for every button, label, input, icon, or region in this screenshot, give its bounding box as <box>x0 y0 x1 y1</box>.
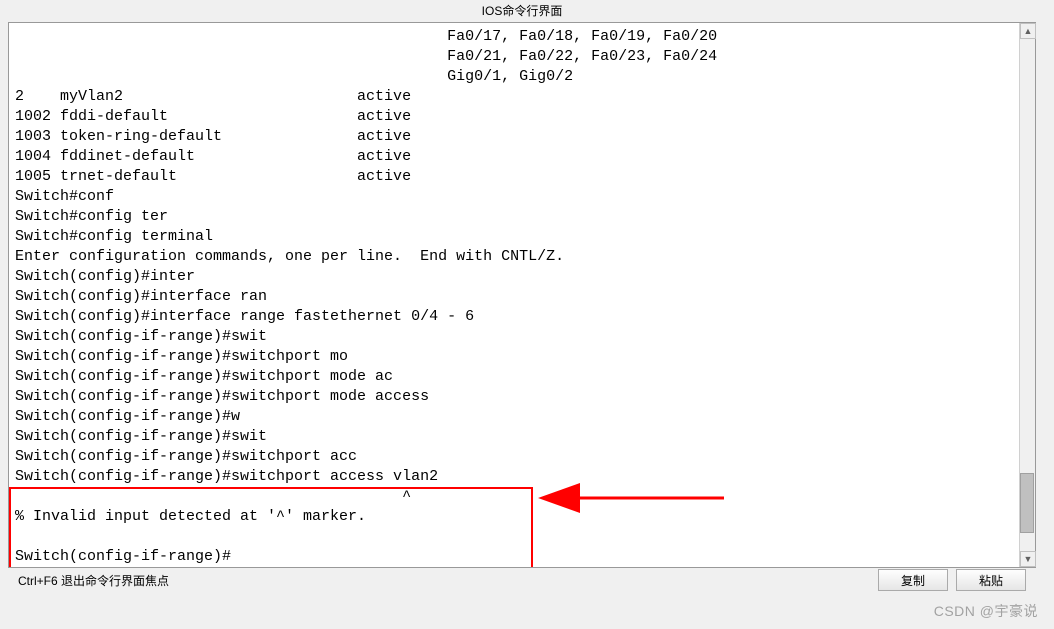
terminal-line: Switch(config)#inter <box>15 267 1013 287</box>
terminal-line: Switch(config)#interface range fastether… <box>15 307 1013 327</box>
terminal-line: 1005 trnet-default active <box>15 167 1013 187</box>
focus-hint: Ctrl+F6 退出命令行界面焦点 <box>18 572 169 589</box>
paste-button[interactable]: 粘贴 <box>956 569 1026 591</box>
terminal-line: Switch(config-if-range)#w <box>15 407 1013 427</box>
terminal-line <box>15 527 1013 547</box>
terminal-line: 1002 fddi-default active <box>15 107 1013 127</box>
terminal-line: Switch(config-if-range)#swit <box>15 427 1013 447</box>
terminal-frame: Fa0/17, Fa0/18, Fa0/19, Fa0/20 Fa0/21, F… <box>8 22 1036 568</box>
terminal-line: Switch#config ter <box>15 207 1013 227</box>
panel-title: IOS命令行界面 <box>0 0 1044 22</box>
terminal-line: Switch(config-if-range)#switchport mode … <box>15 367 1013 387</box>
terminal-line: Switch#conf <box>15 187 1013 207</box>
terminal-output[interactable]: Fa0/17, Fa0/18, Fa0/19, Fa0/20 Fa0/21, F… <box>9 23 1019 567</box>
terminal-viewport[interactable]: Fa0/17, Fa0/18, Fa0/19, Fa0/20 Fa0/21, F… <box>9 23 1019 567</box>
terminal-line: Switch(config-if-range)#swit <box>15 327 1013 347</box>
terminal-line: Switch(config-if-range)#switchport acc <box>15 447 1013 467</box>
terminal-line: Enter configuration commands, one per li… <box>15 247 1013 267</box>
terminal-line: Gig0/1, Gig0/2 <box>15 67 1013 87</box>
scroll-up-button[interactable]: ▲ <box>1020 23 1036 39</box>
terminal-line: Fa0/21, Fa0/22, Fa0/23, Fa0/24 <box>15 47 1013 67</box>
terminal-line: % Invalid input detected at '^' marker. <box>15 507 1013 527</box>
footer-button-group: 复制 粘贴 <box>878 569 1026 591</box>
terminal-line: ^ <box>15 487 1013 507</box>
watermark-text: CSDN @宇豪说 <box>934 601 1038 621</box>
terminal-line: 1003 token-ring-default active <box>15 127 1013 147</box>
footer-bar: Ctrl+F6 退出命令行界面焦点 复制 粘贴 <box>0 563 1044 597</box>
terminal-line: Switch(config-if-range)#switchport acces… <box>15 467 1013 487</box>
terminal-line: Switch#config terminal <box>15 227 1013 247</box>
cli-panel: IOS命令行界面 Fa0/17, Fa0/18, Fa0/19, Fa0/20 … <box>0 0 1044 568</box>
terminal-line: Switch(config)#interface ran <box>15 287 1013 307</box>
terminal-line: Switch(config-if-range)#switchport mode … <box>15 387 1013 407</box>
vertical-scrollbar[interactable]: ▲ ▼ <box>1019 23 1035 567</box>
terminal-line: Switch(config-if-range)#switchport mo <box>15 347 1013 367</box>
terminal-line: 2 myVlan2 active <box>15 87 1013 107</box>
terminal-line: Fa0/17, Fa0/18, Fa0/19, Fa0/20 <box>15 27 1013 47</box>
copy-button[interactable]: 复制 <box>878 569 948 591</box>
terminal-line: 1004 fddinet-default active <box>15 147 1013 167</box>
scrollbar-thumb[interactable] <box>1020 473 1034 533</box>
